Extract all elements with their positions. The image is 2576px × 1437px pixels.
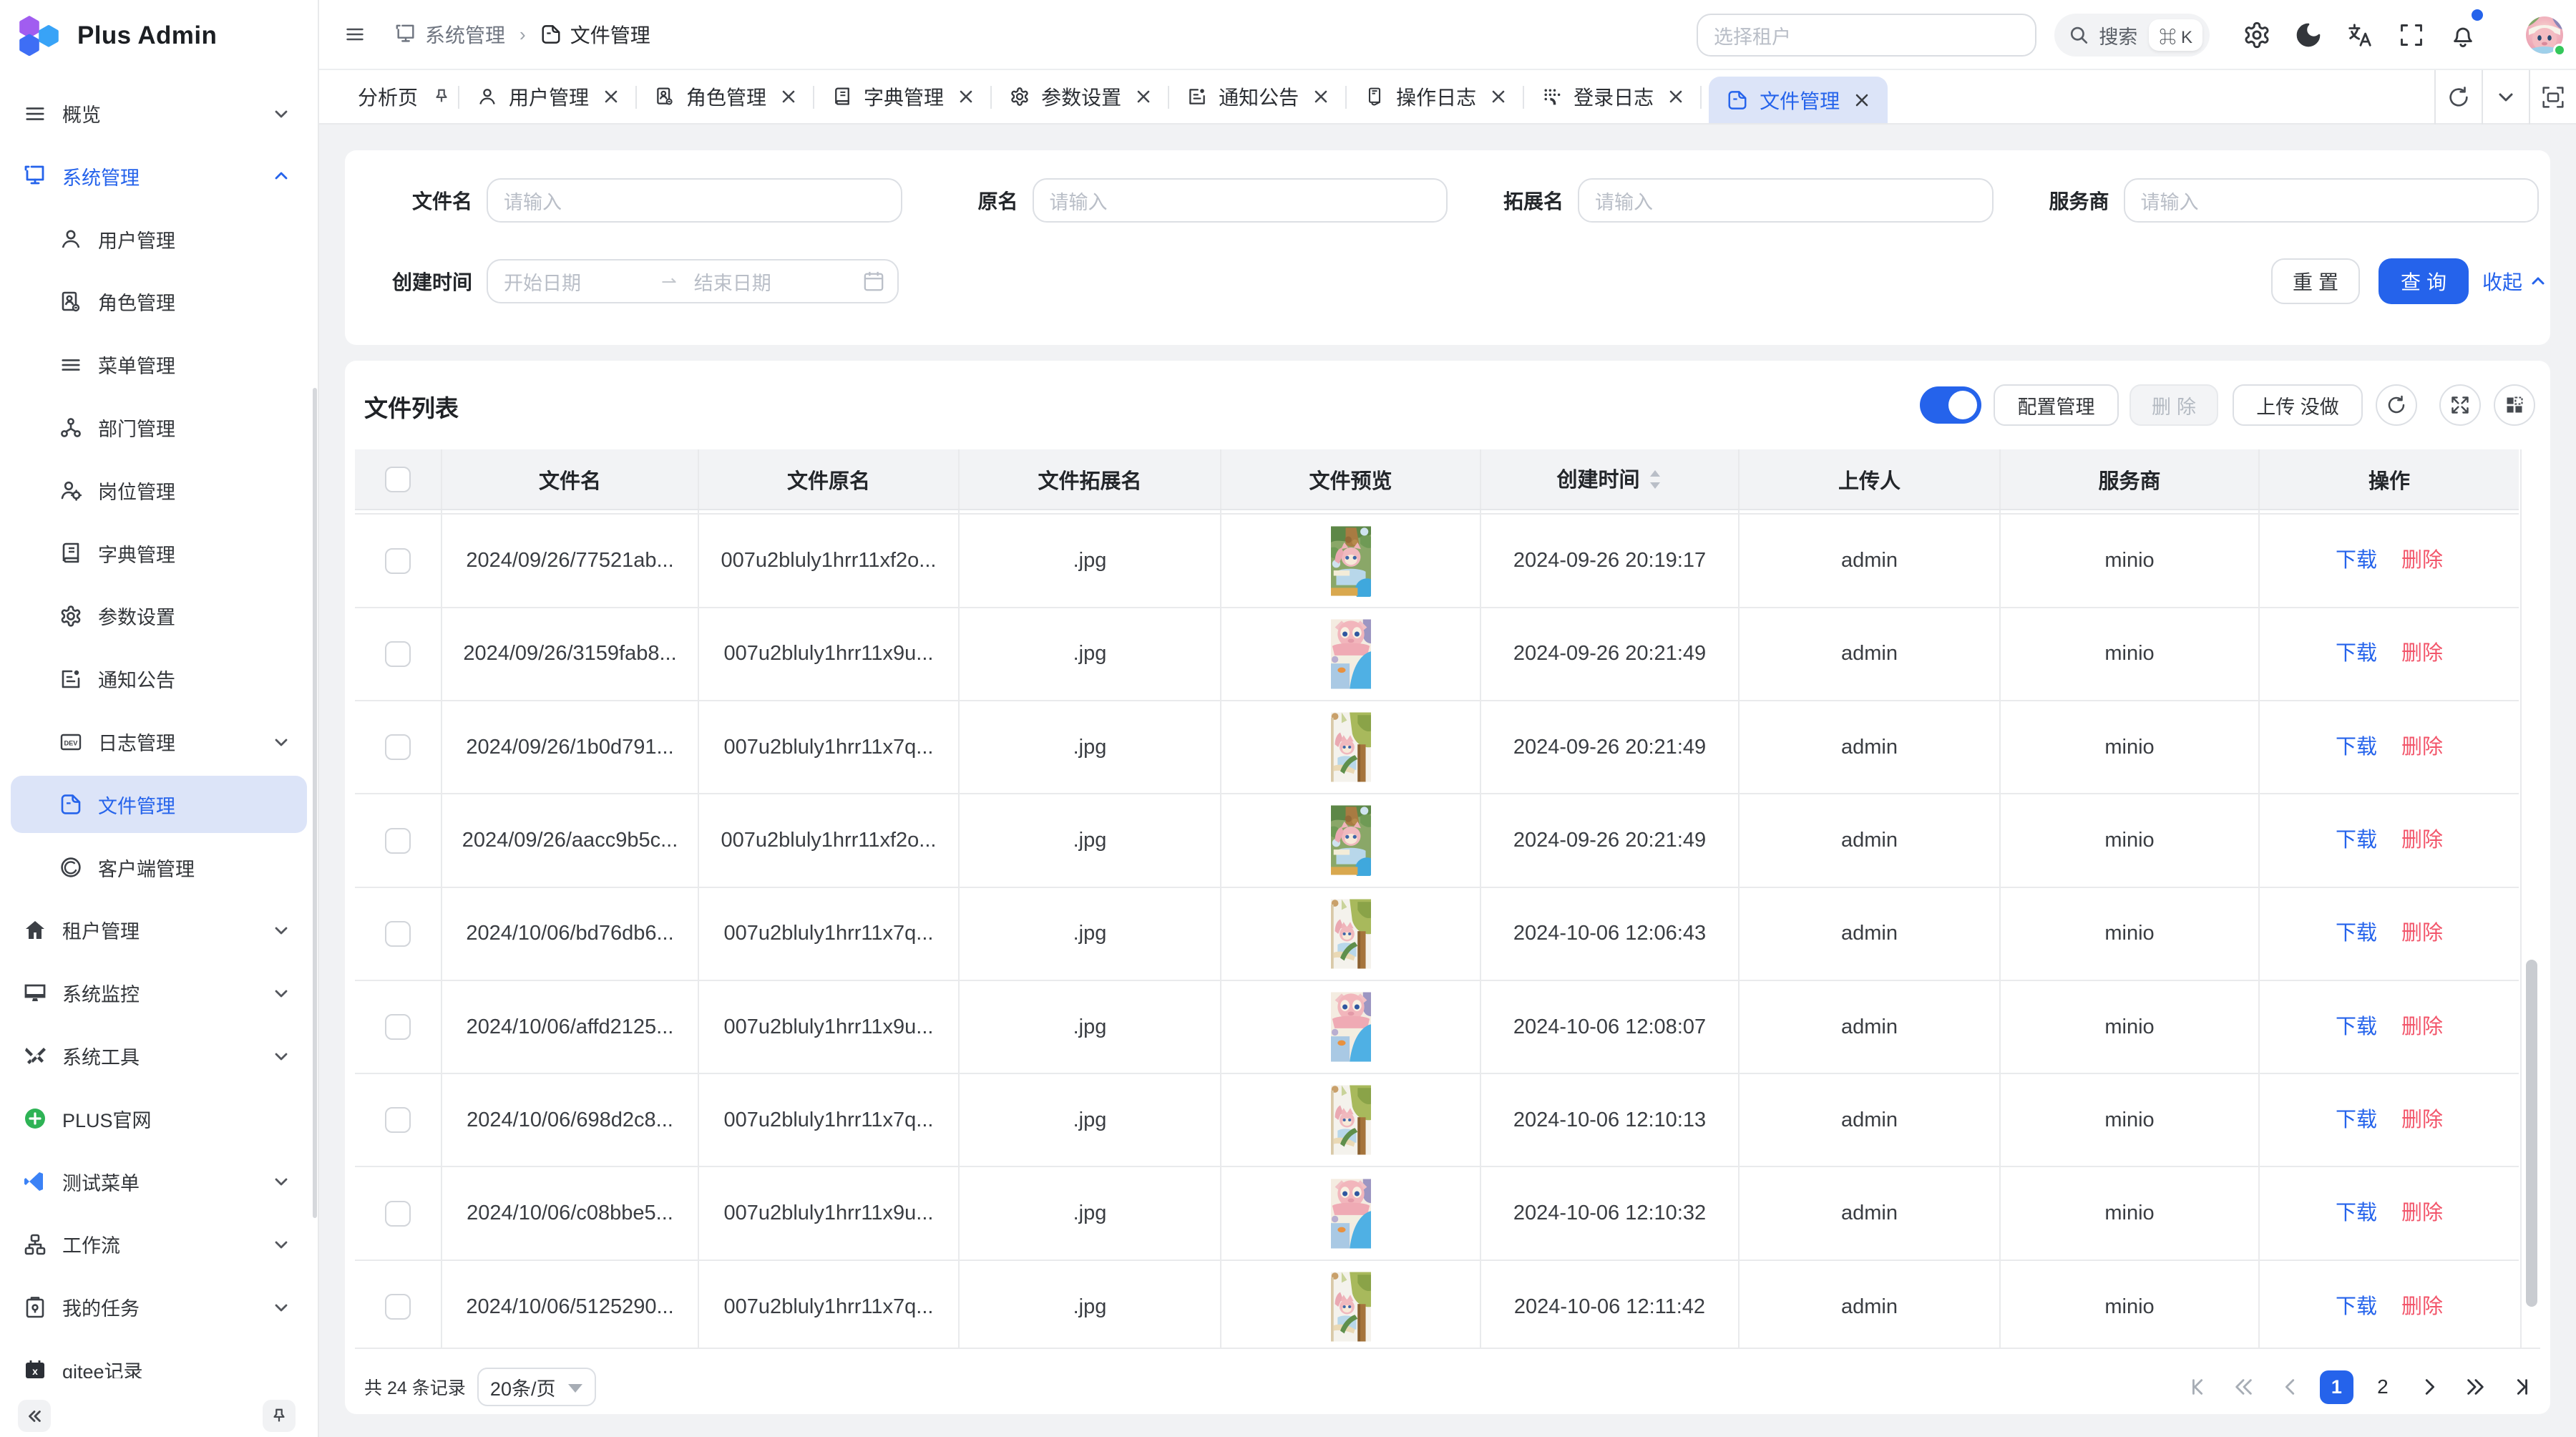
svg-text:DEV: DEV: [64, 739, 79, 746]
svg-text:x: x: [32, 1365, 38, 1377]
